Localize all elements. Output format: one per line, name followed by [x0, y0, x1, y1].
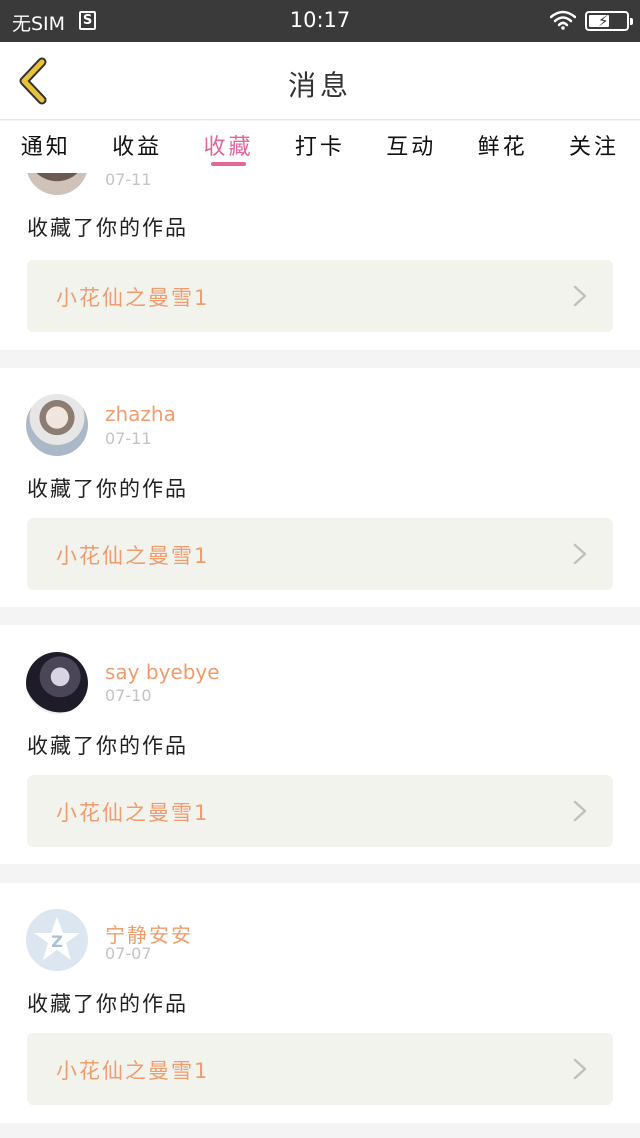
- message-date: 07-10: [105, 686, 152, 705]
- work-title: 小花仙之曼雪1: [56, 544, 210, 568]
- message-date: 07-11: [105, 173, 152, 189]
- list-item: Z 宁静安安 07-07 收藏了你的作品 小花仙之曼雪1: [0, 883, 640, 1123]
- list-item: 07-11 收藏了你的作品 小花仙之曼雪1: [0, 173, 640, 350]
- tab-notifications[interactable]: 通知: [0, 121, 91, 173]
- tab-favorites[interactable]: 收藏: [183, 121, 274, 173]
- action-text: 收藏了你的作品: [27, 992, 188, 1016]
- tab-interactions[interactable]: 互动: [366, 121, 457, 173]
- avatar[interactable]: [26, 652, 88, 714]
- default-avatar-icon: Z: [34, 917, 80, 960]
- wifi-icon: [550, 10, 576, 30]
- avatar[interactable]: Z: [26, 909, 88, 971]
- chevron-right-icon: [573, 543, 587, 565]
- status-time: 10:17: [289, 8, 351, 32]
- list-item: say byebye 07-10 收藏了你的作品 小花仙之曼雪1: [0, 625, 640, 864]
- page-title: 消息: [287, 69, 352, 102]
- work-link[interactable]: 小花仙之曼雪1: [27, 1033, 613, 1105]
- work-link[interactable]: 小花仙之曼雪1: [27, 260, 613, 332]
- avatar[interactable]: [26, 394, 88, 456]
- chevron-right-icon: [573, 800, 587, 822]
- work-link[interactable]: 小花仙之曼雪1: [27, 518, 613, 590]
- chevron-right-icon: [573, 1058, 587, 1080]
- work-title: 小花仙之曼雪1: [56, 1059, 210, 1083]
- avatar[interactable]: [26, 173, 88, 195]
- username[interactable]: zhazha: [105, 402, 176, 426]
- tab-bar: 通知 收益 收藏 打卡 互动 鲜花 关注: [0, 121, 640, 173]
- chevron-right-icon: [573, 285, 587, 307]
- tab-follows[interactable]: 关注: [548, 121, 639, 173]
- list-item: zhazha 07-11 收藏了你的作品 小花仙之曼雪1: [0, 368, 640, 607]
- status-bar: 无SIM S 10:17 ⚡: [0, 0, 640, 42]
- username[interactable]: say byebye: [105, 660, 220, 684]
- action-text: 收藏了你的作品: [27, 477, 188, 501]
- tab-earnings[interactable]: 收益: [91, 121, 182, 173]
- battery-charging-icon: ⚡: [585, 11, 633, 31]
- message-date: 07-07: [105, 944, 152, 963]
- work-link[interactable]: 小花仙之曼雪1: [27, 775, 613, 847]
- work-title: 小花仙之曼雪1: [56, 801, 210, 825]
- action-text: 收藏了你的作品: [27, 216, 188, 240]
- svg-text:Z: Z: [51, 932, 63, 951]
- tab-checkin[interactable]: 打卡: [274, 121, 365, 173]
- message-list[interactable]: 07-11 收藏了你的作品 小花仙之曼雪1 zhazha 07-11 收藏了你的…: [0, 173, 640, 1138]
- work-title: 小花仙之曼雪1: [56, 286, 210, 310]
- nav-bar: 消息: [0, 42, 640, 120]
- message-date: 07-11: [105, 429, 152, 448]
- action-text: 收藏了你的作品: [27, 734, 188, 758]
- tab-flowers[interactable]: 鲜花: [457, 121, 548, 173]
